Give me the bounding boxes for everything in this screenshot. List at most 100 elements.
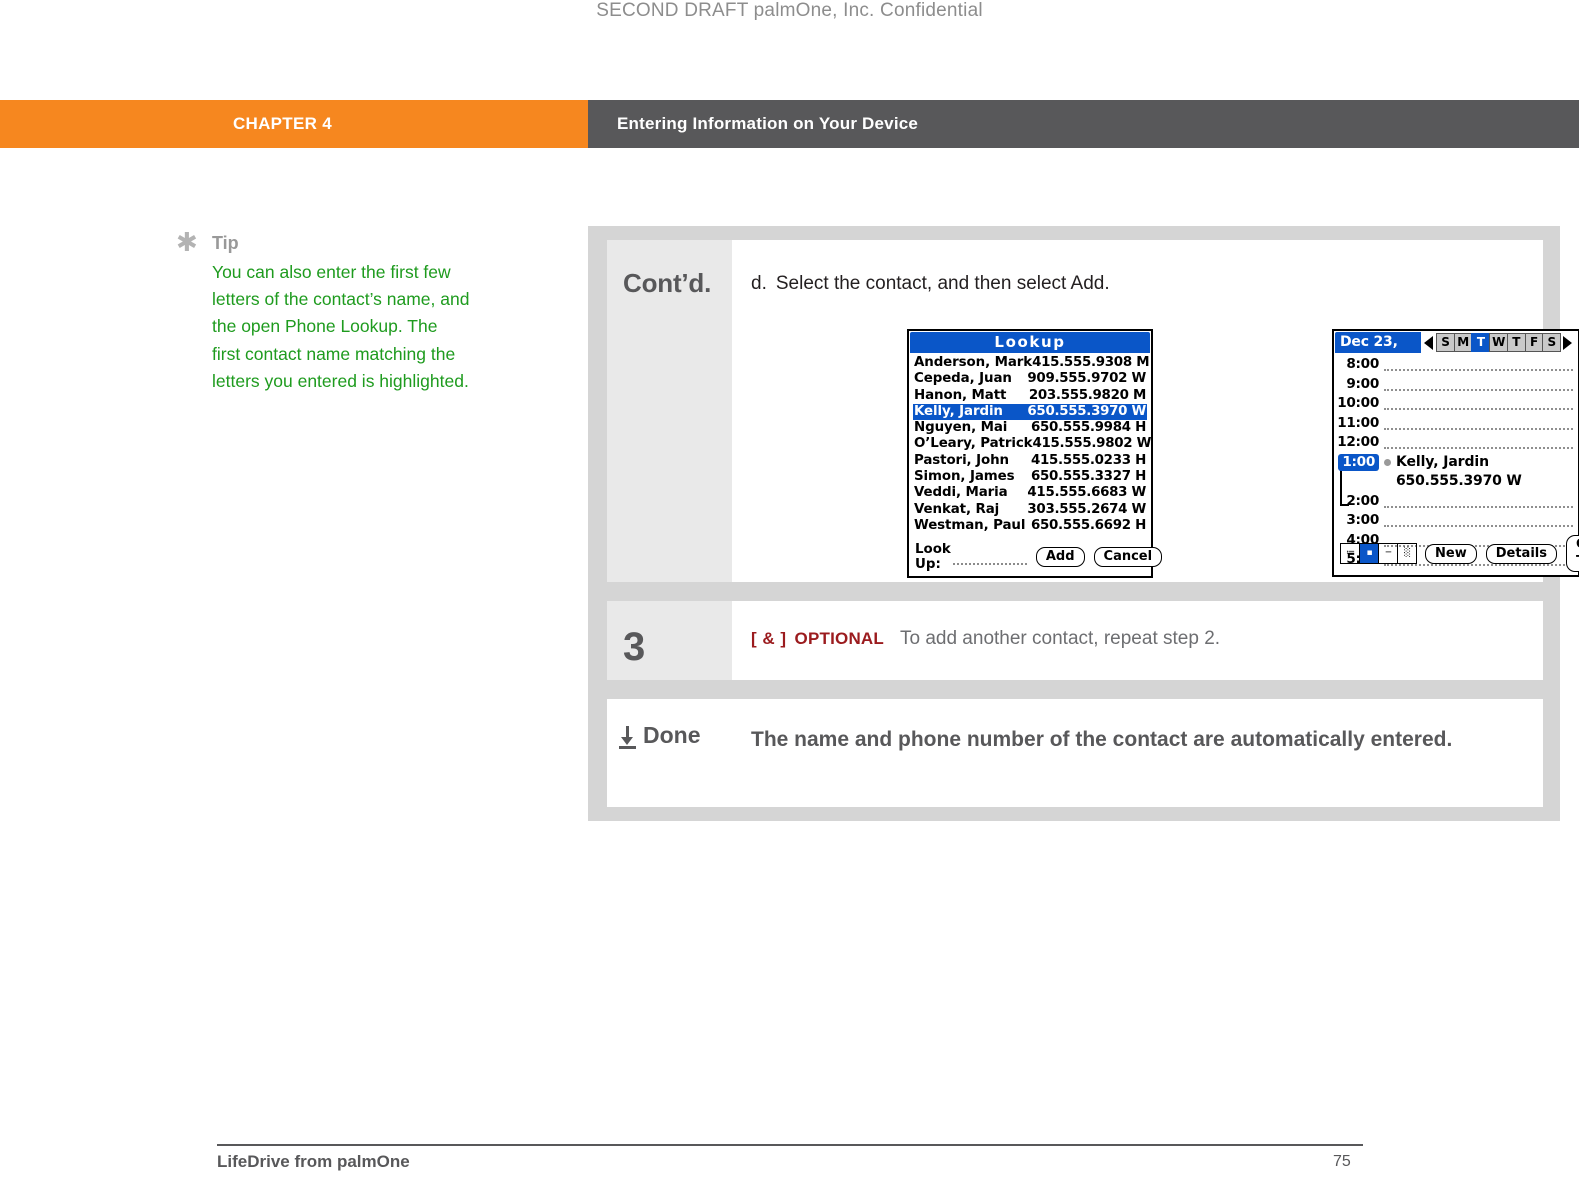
asterisk-icon: ✱ xyxy=(176,227,198,257)
day-of-week-strip[interactable]: SMTWTFS xyxy=(1436,333,1562,352)
step-body-contd: d. Select the contact, and then select Ad… xyxy=(732,240,1579,582)
calendar-time-row[interactable]: 1:00 Kelly, Jardin xyxy=(1334,453,1578,474)
chapter-header: CHAPTER 4 Entering Information on Your D… xyxy=(0,100,1579,148)
lookup-contact-row[interactable]: Nguyen, Mai 650.555.9984 H xyxy=(913,420,1147,436)
week-view-icon[interactable]: ▪ xyxy=(1360,544,1379,563)
contact-phone: 415.555.0233 H xyxy=(1030,452,1146,468)
calendar-empty-slot[interactable] xyxy=(1384,376,1573,391)
calendar-time-label[interactable]: 12:00 xyxy=(1334,434,1384,450)
day-view-icon[interactable]: ≔ xyxy=(1341,544,1360,563)
agenda-view-icon[interactable]: ░ xyxy=(1398,544,1416,563)
lookup-contact-row[interactable]: Simon, James 650.555.3327 H xyxy=(913,469,1147,485)
step-number: 3 xyxy=(623,625,646,669)
contact-phone: 303.555.2674 W xyxy=(1027,501,1146,517)
details-button[interactable]: Details xyxy=(1485,543,1557,564)
substep-letter: d. xyxy=(751,273,767,294)
calendar-time-label[interactable]: 9:00 xyxy=(1334,376,1384,392)
calendar-time-label[interactable]: 3:00 xyxy=(1334,512,1384,528)
calendar-empty-slot[interactable] xyxy=(1384,493,1573,508)
lookup-contact-list[interactable]: Anderson, Mark 415.555.9308 M Cepeda, Juan… xyxy=(909,355,1151,534)
lookup-titlebar: Lookup xyxy=(910,332,1150,353)
contact-phone: 203.555.9820 M xyxy=(1028,387,1146,403)
calendar-time-label[interactable]: 10:00 xyxy=(1334,395,1384,411)
lookup-contact-row[interactable]: Hanon, Matt 203.555.9820 M xyxy=(913,388,1147,404)
lookup-contact-row[interactable]: Anderson, Mark 415.555.9308 M xyxy=(913,355,1150,371)
triangle-right-icon[interactable] xyxy=(1563,335,1572,350)
calendar-time-row[interactable]: 10:00 xyxy=(1334,395,1578,415)
contact-phone: 415.555.9802 W xyxy=(1032,436,1152,452)
contact-phone: 415.555.6683 W xyxy=(1027,485,1146,501)
chapter-number-banner: CHAPTER 4 xyxy=(0,100,588,148)
procedure-row-contd: Cont’d. d. Select the contact, and then s… xyxy=(607,240,1579,582)
optional-brackets: [ & ] xyxy=(751,629,787,648)
calendar-time-row[interactable]: 2:00 xyxy=(1334,493,1578,513)
calendar-time-row[interactable]: 11:00 xyxy=(1334,415,1578,435)
go-to-button[interactable]: Go To xyxy=(1565,535,1579,572)
day-of-week-4[interactable]: T xyxy=(1506,333,1526,352)
calendar-empty-slot[interactable] xyxy=(1384,415,1573,430)
optional-text: To add another contact, repeat step 2. xyxy=(899,628,1221,649)
contact-name: Venkat, Raj xyxy=(914,501,1000,517)
calendar-time-row[interactable]: 3:00 xyxy=(1334,512,1578,532)
month-view-icon[interactable]: ─ xyxy=(1379,544,1398,563)
contact-name: Nguyen, Mai xyxy=(914,420,1008,436)
lookup-contact-row[interactable]: Kelly, Jardin 650.555.3970 W xyxy=(913,403,1147,421)
contact-name: Hanon, Matt xyxy=(914,387,1007,403)
calendar-empty-slot[interactable] xyxy=(1384,434,1573,449)
calendar-time-label[interactable]: 11:00 xyxy=(1334,415,1384,431)
contact-phone: 650.555.3327 H xyxy=(1030,469,1146,485)
step-body-3: [ & ] OPTIONAL To add another contact, r… xyxy=(732,601,1543,680)
cancel-button[interactable]: Cancel xyxy=(1093,547,1163,567)
contact-name: Anderson, Mark xyxy=(914,355,1033,370)
calendar-date[interactable]: Dec 23, 03 xyxy=(1335,332,1422,371)
contact-name: Cepeda, Juan xyxy=(914,371,1012,387)
contact-phone: 415.555.9308 M xyxy=(1032,355,1150,370)
day-of-week-0[interactable]: S xyxy=(1436,333,1456,352)
selected-time-highlight: 1:00 xyxy=(1338,453,1379,471)
triangle-left-icon[interactable] xyxy=(1424,335,1434,350)
contact-phone: 909.555.9702 W xyxy=(1027,371,1146,387)
day-of-week-2[interactable]: T xyxy=(1471,333,1491,352)
contact-phone: 650.555.3970 W xyxy=(1027,403,1146,419)
lookup-contact-row[interactable]: Pastori, John 415.555.0233 H xyxy=(913,453,1147,469)
contact-phone: 650.555.9984 H xyxy=(1030,420,1146,436)
done-text: The name and phone number of the contact… xyxy=(751,728,1453,751)
calendar-time-row[interactable]: 9:00 xyxy=(1334,376,1578,396)
lookup-contact-row[interactable]: Veddi, Maria 415.555.6683 W xyxy=(913,485,1147,501)
step-label-contd: Cont’d. xyxy=(607,240,732,582)
lookup-screen[interactable]: Lookup Anderson, Mark 415.555.9308 M Ceped… xyxy=(907,329,1163,578)
day-of-week-5[interactable]: F xyxy=(1524,333,1544,352)
appointment-name[interactable]: Kelly, Jardin xyxy=(1396,454,1489,470)
calendar-titlebar: Dec 23, 03 SMTWTFS xyxy=(1335,332,1577,371)
calendar-time-label[interactable]: 1:00 xyxy=(1334,453,1384,471)
day-of-week-3[interactable]: W xyxy=(1489,333,1509,352)
calendar-appointment-detail-row[interactable]: 650.555.3970 W xyxy=(1334,473,1578,493)
done-label: Done xyxy=(643,722,701,748)
calendar-empty-slot[interactable] xyxy=(1384,395,1573,410)
contact-name: Kelly, Jardin xyxy=(914,403,1003,419)
calendar-day-selector[interactable]: SMTWTFS xyxy=(1421,332,1577,353)
add-button[interactable]: Add xyxy=(1035,547,1085,567)
calendar-time-label[interactable]: 8:00 xyxy=(1334,356,1384,372)
day-of-week-6[interactable]: S xyxy=(1542,333,1562,352)
step-body-done: The name and phone number of the contact… xyxy=(732,699,1543,807)
calendar-time-row[interactable]: 12:00 xyxy=(1334,434,1578,454)
lookup-input[interactable] xyxy=(952,549,1027,565)
substep-text: Select the contact, and then select Add. xyxy=(775,273,1110,294)
lookup-contact-row[interactable]: Cepeda, Juan 909.555.9702 W xyxy=(913,371,1147,387)
new-button[interactable]: New xyxy=(1425,543,1477,564)
lookup-contact-row[interactable]: O’Leary, Patrick 415.555.9802 W xyxy=(913,436,1151,452)
lookup-contact-row[interactable]: Venkat, Raj 303.555.2674 W xyxy=(913,502,1147,518)
day-of-week-1[interactable]: M xyxy=(1453,333,1473,352)
view-mode-icons[interactable]: ≔ ▪ ─ ░ xyxy=(1340,543,1417,564)
calendar-toolbar[interactable]: ≔▪─░ New Details Go To xyxy=(1334,535,1579,572)
calendar-screen[interactable]: Dec 23, 03 SMTWTFS 8:00 9:00 10:00 11:00 12:… xyxy=(1332,329,1579,577)
calendar-time-row[interactable]: 8:00 xyxy=(1334,356,1578,376)
lookup-contact-row[interactable]: Westman, Paul 650.555.6692 H xyxy=(913,518,1147,534)
footer-divider xyxy=(217,1144,1363,1146)
appointment-phone[interactable]: 650.555.3970 W xyxy=(1396,473,1522,489)
calendar-empty-slot[interactable] xyxy=(1384,356,1573,371)
calendar-empty-slot[interactable] xyxy=(1384,512,1573,527)
draft-watermark: SECOND DRAFT palmOne, Inc. Confidential xyxy=(596,0,983,21)
footer-product-name: LifeDrive from palmOne xyxy=(217,1152,410,1171)
